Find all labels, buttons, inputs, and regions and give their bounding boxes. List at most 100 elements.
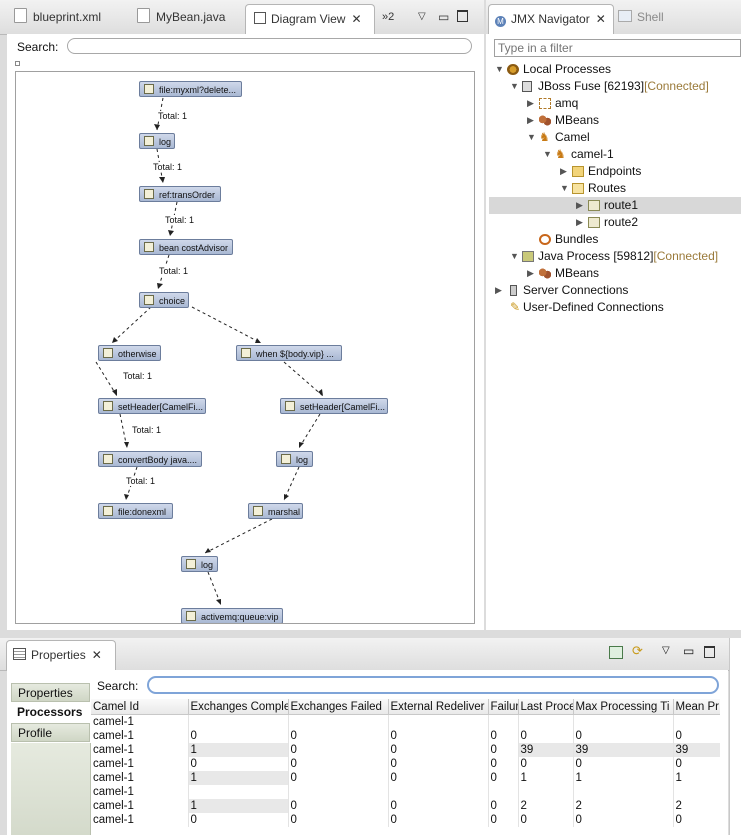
diagram-node-otherwise[interactable]: otherwise xyxy=(98,345,161,361)
table-cell: 0 xyxy=(288,729,389,743)
tree-item-java-process[interactable]: ▼ Java Process [59812][Connected] xyxy=(489,248,741,265)
close-icon[interactable]: ✕ xyxy=(351,12,361,26)
collapsed-triangle-icon[interactable]: ▶ xyxy=(527,265,534,282)
column-header[interactable]: Failur xyxy=(488,699,519,715)
view-menu-icon[interactable]: ▽ xyxy=(662,645,670,656)
side-tab-properties[interactable]: Properties xyxy=(11,683,90,702)
diagram-node-file-donexml[interactable]: file:donexml xyxy=(98,503,173,519)
shell-icon xyxy=(618,10,632,22)
table-row[interactable]: camel-1 1 0 0 0 2 2 2 xyxy=(91,799,720,813)
tree-item-camel-1[interactable]: ▼ ♞ camel-1 xyxy=(489,146,741,163)
diagram-node-log-right[interactable]: log xyxy=(276,451,313,467)
tree-item-user-defined-connections[interactable]: ✎ User-Defined Connections xyxy=(489,299,741,316)
close-icon[interactable]: ✕ xyxy=(596,12,606,26)
maximize-icon[interactable] xyxy=(457,0,468,34)
tab-properties[interactable]: Properties ✕ xyxy=(6,640,116,671)
tree-item-local-processes[interactable]: ▼ Local Processes xyxy=(489,61,741,78)
maximize-icon[interactable] xyxy=(704,646,715,658)
processors-table-wrap: Camel Id Exchanges Comple Exchanges Fail… xyxy=(91,699,720,835)
close-icon[interactable]: ✕ xyxy=(92,648,102,662)
collapsed-triangle-icon[interactable]: ▶ xyxy=(495,282,502,299)
expanded-triangle-icon[interactable]: ▼ xyxy=(510,78,519,95)
column-header[interactable]: Max Processing Ti xyxy=(573,699,674,715)
properties-icon xyxy=(13,648,26,660)
navigator-filter-input[interactable] xyxy=(494,39,741,57)
side-tab-profile[interactable]: Profile xyxy=(11,723,90,742)
column-header[interactable]: Camel Id xyxy=(91,699,189,715)
diagram-node-bean-costadvisor[interactable]: bean costAdvisor xyxy=(139,239,233,255)
diagram-node-activemq-queue-vip[interactable]: activemq:queue:vip xyxy=(181,608,283,623)
diagram-node-ref-transorder[interactable]: ref:transOrder xyxy=(139,186,221,202)
tree-item-endpoints[interactable]: ▶ Endpoints xyxy=(489,163,741,180)
setheader-icon xyxy=(103,401,113,411)
diagram-canvas[interactable]: Total: 1 Total: 1 Total: 1 Total: 1 Tota… xyxy=(15,71,475,624)
tab-mybean-java[interactable]: MyBean.java xyxy=(137,0,225,34)
table-row[interactable]: camel-1 0 0 0 0 0 0 0 xyxy=(91,757,720,771)
diagram-node-log-bottom[interactable]: log xyxy=(181,556,218,572)
tab-jmx-navigator[interactable]: M JMX Navigator ✕ xyxy=(488,4,614,35)
expanded-triangle-icon[interactable]: ▼ xyxy=(543,146,552,163)
diagram-node-choice[interactable]: choice xyxy=(139,292,189,308)
diagram-node-when-body-vip[interactable]: when ${body.vip} ... xyxy=(236,345,342,361)
minimize-icon[interactable]: ▭ xyxy=(438,0,449,34)
node-label: otherwise xyxy=(118,349,157,359)
table-row[interactable]: camel-1 xyxy=(91,785,720,799)
column-header[interactable]: Exchanges Comple xyxy=(188,699,289,715)
collapsed-triangle-icon[interactable]: ▶ xyxy=(527,95,534,112)
tab-diagram-view[interactable]: Diagram View ✕ xyxy=(245,4,375,35)
diagram-node-convertbody[interactable]: convertBody java.... xyxy=(98,451,202,467)
tree-item-server-connections[interactable]: ▶ Server Connections xyxy=(489,282,741,299)
tree-item-mbeans-java[interactable]: ▶ MBeans xyxy=(489,265,741,282)
tree-item-jboss-fuse[interactable]: ▼ JBoss Fuse [62193][Connected] xyxy=(489,78,741,95)
properties-search-input[interactable] xyxy=(147,676,719,694)
pin-icon[interactable] xyxy=(609,646,623,659)
collapsed-triangle-icon[interactable]: ▶ xyxy=(527,112,534,129)
tree-item-route2[interactable]: ▶ route2 xyxy=(489,214,741,231)
column-header[interactable]: Exchanges Failed xyxy=(288,699,389,715)
expanded-triangle-icon[interactable]: ▼ xyxy=(495,61,504,78)
tab-blueprint-xml[interactable]: blueprint.xml xyxy=(14,0,101,34)
expanded-triangle-icon[interactable]: ▼ xyxy=(527,129,536,146)
diagram-node-marshal[interactable]: marshal xyxy=(248,503,303,519)
column-header[interactable]: External Redeliver xyxy=(388,699,489,715)
choice-icon xyxy=(144,295,154,305)
tree-item-amq[interactable]: ▶ amq xyxy=(489,95,741,112)
tree-label: Java Process [59812] xyxy=(538,249,654,263)
table-cell: 0 xyxy=(488,799,519,813)
table-row[interactable]: camel-1 1 0 0 0 39 39 39 xyxy=(91,743,720,757)
table-row[interactable]: camel-1 0 0 0 0 0 0 0 xyxy=(91,813,720,827)
table-row[interactable]: camel-1 0 0 0 0 0 0 0 xyxy=(91,729,720,743)
refresh-icon[interactable]: ⟳ xyxy=(632,643,643,659)
column-header[interactable]: Mean Pr xyxy=(673,699,720,715)
tree-item-mbeans[interactable]: ▶ MBeans xyxy=(489,112,741,129)
tab-overflow[interactable]: »2 xyxy=(382,0,394,34)
camel-icon: ♞ xyxy=(539,130,550,144)
tab-shell[interactable]: Shell xyxy=(618,0,664,34)
table-row[interactable]: camel-1 xyxy=(91,714,720,729)
diagram-node-log[interactable]: log xyxy=(139,133,175,149)
minimize-icon[interactable]: ▭ xyxy=(683,644,694,658)
side-tab-processors[interactable]: Processors xyxy=(11,703,90,722)
side-tab-label: Processors xyxy=(17,705,83,719)
tree-item-routes[interactable]: ▼ Routes xyxy=(489,180,741,197)
table-cell xyxy=(188,714,289,729)
tree-label: MBeans xyxy=(555,266,600,280)
diagram-node-setheader-left[interactable]: setHeader[CamelFi... xyxy=(98,398,206,414)
expanded-triangle-icon[interactable]: ▼ xyxy=(560,180,569,197)
tree-item-bundles[interactable]: Bundles xyxy=(489,231,741,248)
expanded-triangle-icon[interactable]: ▼ xyxy=(510,248,519,265)
collapsed-triangle-icon[interactable]: ▶ xyxy=(560,163,567,180)
column-header[interactable]: Last Proce xyxy=(518,699,574,715)
tree-item-camel[interactable]: ▼ ♞ Camel xyxy=(489,129,741,146)
diagram-search-input[interactable] xyxy=(67,38,472,54)
table-row[interactable]: camel-1 1 0 0 0 1 1 1 xyxy=(91,771,720,785)
collapsed-triangle-icon[interactable]: ▶ xyxy=(576,214,583,231)
table-cell: 0 xyxy=(388,757,489,771)
edge-label: Total: 1 xyxy=(123,371,153,381)
diagram-node-file-myxml[interactable]: file:myxml?delete... xyxy=(139,81,242,97)
diagram-marker xyxy=(15,61,20,66)
tree-item-route1[interactable]: ▶ route1 xyxy=(489,197,741,214)
diagram-node-setheader-right[interactable]: setHeader[CamelFi... xyxy=(280,398,388,414)
collapsed-triangle-icon[interactable]: ▶ xyxy=(576,197,583,214)
view-menu-icon[interactable]: ▽ xyxy=(418,0,426,34)
